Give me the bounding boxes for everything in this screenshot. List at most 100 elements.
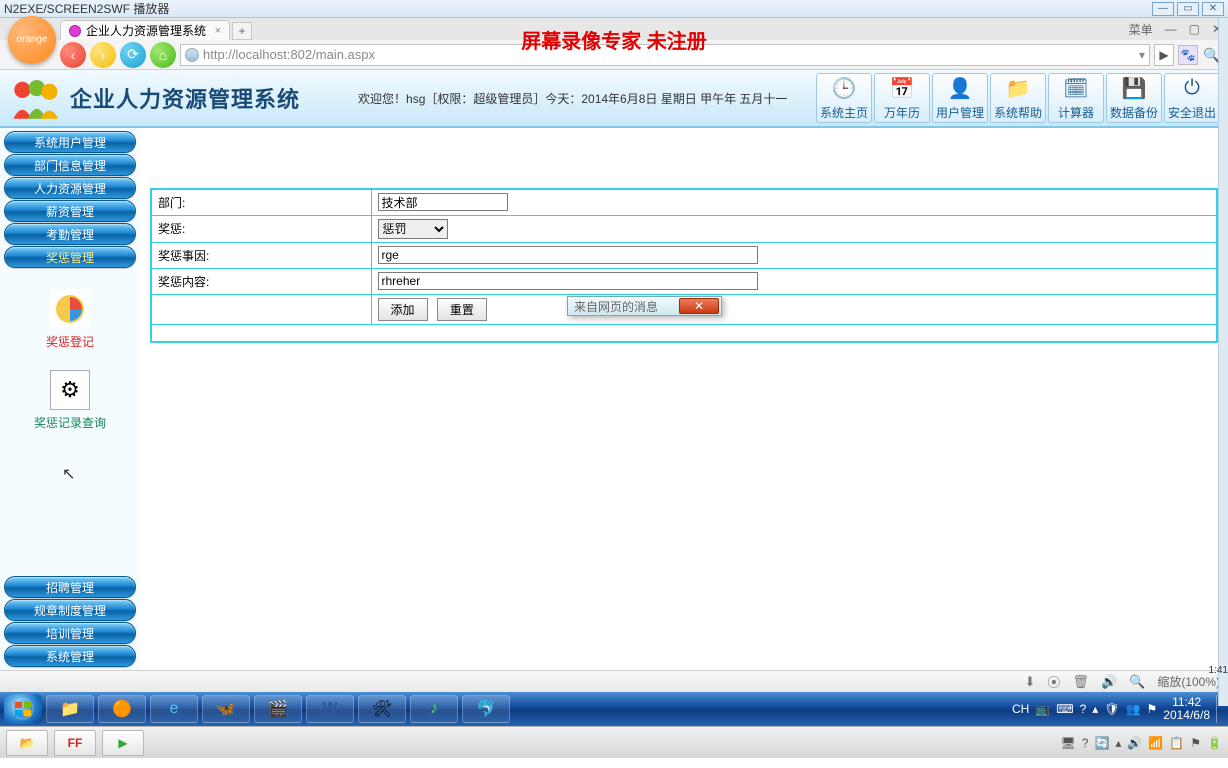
player-close[interactable]: ✕ [1202, 2, 1224, 16]
toolbar-calendar[interactable]: 📅万年历 [874, 73, 930, 123]
input-content[interactable] [378, 272, 758, 290]
select-reward[interactable]: 惩罚 [378, 219, 448, 239]
player-maximize[interactable]: ▭ [1177, 2, 1199, 16]
outer-play[interactable]: ▶ [102, 730, 144, 756]
input-dept[interactable] [378, 193, 508, 211]
sidebar-bottom-1[interactable]: 规章制度管理 [4, 599, 136, 621]
task-recorder[interactable]: 🎬 [254, 695, 302, 723]
ime-indicator[interactable]: CH [1012, 702, 1029, 716]
sidebar-item-4[interactable]: 考勤管理 [4, 223, 136, 245]
outer-help-icon[interactable]: ? [1082, 736, 1089, 750]
trash-icon[interactable]: 🗑 [1072, 674, 1089, 690]
app-area: 企业人力资源管理系统 欢迎您！hsg［权限：超级管理员］今天：2014年6月8日… [0, 70, 1228, 670]
zoom-icon[interactable]: 🔍 [1129, 674, 1145, 690]
sidebar-item-2[interactable]: 人力资源管理 [4, 177, 136, 199]
windows-taskbar: 📁 🟠 e 🦋 🎬 W 🛠 ♪ 🐬 CH 📺 ⌨ ? ▴ 🛡 👥 ⚑ 11:42… [0, 692, 1228, 726]
sidebar-sub-1[interactable]: ⚙奖惩记录查询 [34, 370, 106, 431]
toolbar-backup[interactable]: 💾数据备份 [1106, 73, 1162, 123]
toolbar-calc[interactable]: 🗓计算器 [1048, 73, 1104, 123]
tray-keyboard-icon[interactable]: ⌨ [1056, 702, 1073, 716]
outer-ff[interactable]: FF [54, 730, 96, 756]
browser-min-icon[interactable]: — [1165, 22, 1177, 36]
nav-reload-button[interactable]: ⟳ [120, 42, 146, 68]
toolbar-users[interactable]: 👤用户管理 [932, 73, 988, 123]
outer-taskbar: 📂 FF ▶ 🖥 ? 🔄 ▴ 🔊 📶 📋 ⚑ 🔋 [0, 726, 1228, 758]
browser-logo[interactable]: orange [8, 16, 56, 64]
task-dolphin[interactable]: 🐬 [462, 695, 510, 723]
add-button[interactable]: 添加 [378, 298, 428, 321]
outer-expand-icon[interactable]: ▴ [1115, 736, 1121, 750]
new-tab-button[interactable]: + [232, 22, 252, 40]
outer-net-icon[interactable]: 📶 [1148, 736, 1163, 750]
nav-home-button[interactable]: ⌂ [150, 42, 176, 68]
users-icon: 👤 [946, 76, 974, 102]
label-content: 奖惩内容: [158, 275, 209, 289]
browser-max-icon[interactable]: ▢ [1189, 22, 1200, 36]
tray-expand-icon[interactable]: ▴ [1092, 702, 1098, 716]
exit-icon: ⏻ [1178, 76, 1206, 102]
tray-flag-icon[interactable]: ⚑ [1147, 702, 1158, 716]
outer-clip-icon[interactable]: 📋 [1169, 736, 1184, 750]
task-music[interactable]: ♪ [410, 695, 458, 723]
taskbar-clock[interactable]: 11:422014/6/8 [1163, 696, 1210, 722]
sidebar-bottom-3[interactable]: 系统管理 [4, 645, 136, 667]
tray-tv-icon[interactable]: 📺 [1035, 702, 1050, 716]
toolbar-exit[interactable]: ⏻安全退出 [1164, 73, 1220, 123]
player-minimize[interactable]: — [1152, 2, 1174, 16]
browser-status-bar: ⬇ ⦿ 🗑 🔊 🔍 缩放(100%) [0, 670, 1228, 692]
go-button[interactable]: ▶ [1154, 44, 1174, 66]
task-orange[interactable]: 🟠 [98, 695, 146, 723]
outer-side-time: 1:41 [1209, 665, 1228, 676]
sub-icon-0 [50, 289, 90, 329]
toolbar-home[interactable]: 🕒系统主页 [816, 73, 872, 123]
player-title-bar: N2EXE/SCREEN2SWF 播放器 — ▭ ✕ [0, 0, 1228, 18]
url-dropdown-icon[interactable]: ▾ [1139, 48, 1145, 62]
label-reason: 奖惩事因: [158, 249, 209, 263]
reset-button[interactable]: 重置 [437, 298, 487, 321]
app-title: 企业人力资源管理系统 [70, 82, 300, 114]
download-icon[interactable]: ⬇ [1025, 674, 1036, 690]
input-reason[interactable] [378, 246, 758, 264]
outer-explorer[interactable]: 📂 [6, 730, 48, 756]
tray-user-icon[interactable]: 👥 [1126, 702, 1141, 716]
sidebar: 系统用户管理部门信息管理人力资源管理薪资管理考勤管理奖惩管理 奖惩登记 ⚙奖惩记录… [0, 128, 140, 670]
outer-sidebar: 1:41 [1218, 18, 1228, 706]
toolbar-help[interactable]: 📁系统帮助 [990, 73, 1046, 123]
form-table: 部门: 奖惩: 惩罚 奖惩事因: 奖惩内容: [150, 188, 1218, 343]
task-word[interactable]: W [306, 695, 354, 723]
nav-back-button[interactable]: ‹ [60, 42, 86, 68]
outer-battery-icon[interactable]: 🔋 [1207, 736, 1222, 750]
tray-shield-icon[interactable]: 🛡 [1104, 702, 1119, 716]
sub-icon-1: ⚙ [50, 370, 90, 410]
tab-hr-system[interactable]: 企业人力资源管理系统 × [60, 20, 230, 40]
calc-icon: 🗓 [1062, 76, 1090, 102]
webpage-message-dialog[interactable]: 来自网页的消息 ✕ [567, 296, 722, 316]
sidebar-bottom-0[interactable]: 招聘管理 [4, 576, 136, 598]
dialog-title: 来自网页的消息 [568, 298, 679, 315]
outer-sound-icon[interactable]: 🔊 [1127, 736, 1142, 750]
tab-close-icon[interactable]: × [215, 25, 221, 37]
dialog-close-button[interactable]: ✕ [679, 298, 719, 314]
sidebar-bottom-2[interactable]: 培训管理 [4, 622, 136, 644]
outer-flag-icon[interactable]: ⚑ [1190, 736, 1201, 750]
task-butterfly[interactable]: 🦋 [202, 695, 250, 723]
toolbar: 🕒系统主页📅万年历👤用户管理📁系统帮助🗓计算器💾数据备份⏻安全退出 [816, 73, 1220, 123]
sidebar-item-1[interactable]: 部门信息管理 [4, 154, 136, 176]
sidebar-item-5[interactable]: 奖惩管理 [4, 246, 136, 268]
sidebar-item-0[interactable]: 系统用户管理 [4, 131, 136, 153]
360-icon[interactable]: ⦿ [1047, 672, 1060, 691]
speaker-icon[interactable]: 🔊 [1101, 674, 1117, 690]
outer-monitor-icon[interactable]: 🖥 [1061, 736, 1076, 750]
browser-menu-label[interactable]: 菜单 [1129, 21, 1153, 38]
task-explorer[interactable]: 📁 [46, 695, 94, 723]
outer-sync-icon[interactable]: 🔄 [1094, 736, 1109, 750]
sidebar-item-3[interactable]: 薪资管理 [4, 200, 136, 222]
task-tools[interactable]: 🛠 [358, 695, 406, 723]
task-ie[interactable]: e [150, 695, 198, 723]
paw-icon[interactable]: 🐾 [1178, 45, 1198, 65]
tray-help-icon[interactable]: ? [1080, 702, 1087, 716]
row-dept: 部门: [151, 189, 1217, 215]
nav-forward-button[interactable]: › [90, 42, 116, 68]
sidebar-sub-0[interactable]: 奖惩登记 [46, 289, 94, 350]
start-button[interactable] [4, 694, 42, 724]
